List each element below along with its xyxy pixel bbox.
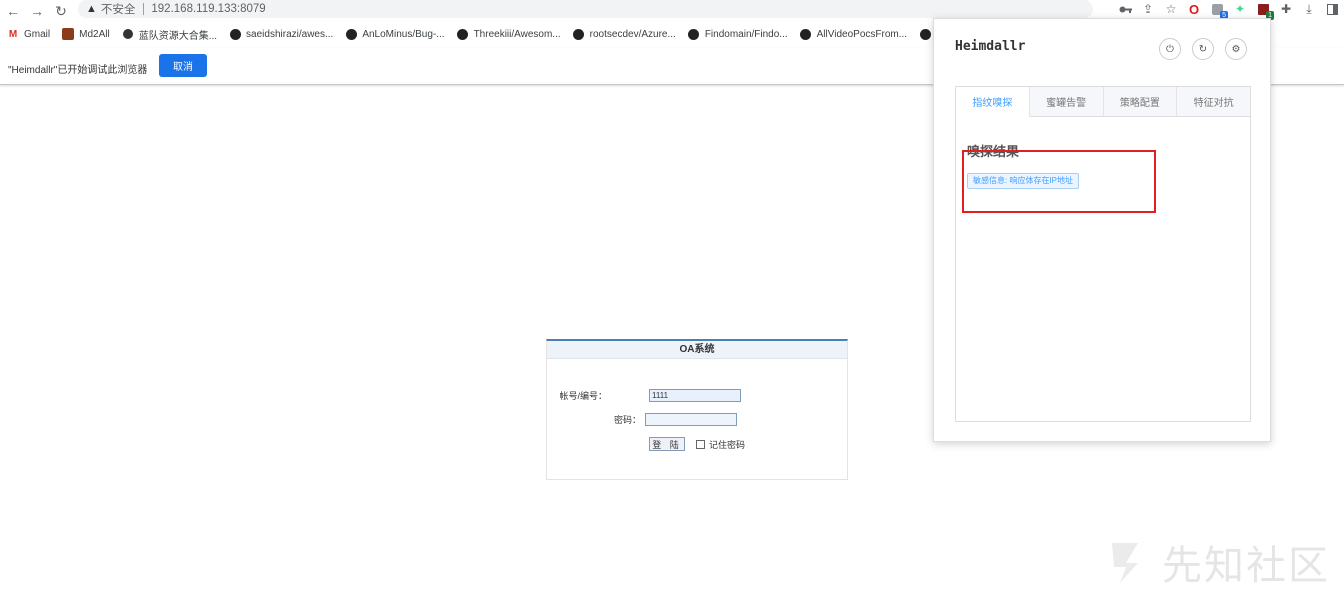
bookmark-github[interactable]: rootsecdev/Azure...: [573, 28, 676, 40]
oa-title: OA系统: [547, 341, 847, 359]
forward-icon[interactable]: →: [26, 0, 48, 22]
oa-login-panel: OA系统 帐号/编号： 1111 密码： 登 陆 记住密码: [546, 339, 848, 480]
bookmark-github[interactable]: Findomain/Findo...: [688, 28, 788, 40]
account-label: 帐号/编号：: [559, 391, 607, 401]
account-row: 帐号/编号： 1111: [547, 389, 741, 402]
popup-panel: 指纹嗅探 蜜罐告警 策略配置 特征对抗 嗅探结果 敏感信息: 响应体存在IP地址: [955, 86, 1251, 422]
bookmark-md2all[interactable]: Md2All: [62, 28, 110, 40]
puzzle-icon[interactable]: ✚: [1278, 1, 1294, 17]
divider: [143, 3, 145, 15]
bookmark-label: 蓝队资源大合集...: [138, 30, 218, 42]
bookmark-label: Findomain/Findo...: [704, 28, 788, 40]
reload-icon[interactable]: ↻: [50, 0, 72, 22]
heimdallr-popup: Heimdallr ⏻ ↻ ⚙ 指纹嗅探 蜜罐告警 策略配置 特征对抗 嗅探结果…: [933, 18, 1271, 442]
infobar-message: "Heimdallr"已开始调试此浏览器: [8, 65, 148, 76]
circle-icon: [122, 28, 134, 40]
github-icon: [229, 28, 241, 40]
android-icon[interactable]: ✦: [1232, 1, 1248, 17]
extension-s-icon[interactable]: 5: [1209, 1, 1228, 20]
bookmark-github[interactable]: AnLoMinus/Bug-...: [345, 28, 445, 40]
tab-countermeasure[interactable]: 特征对抗: [1177, 87, 1250, 116]
watermark-logo-icon: [1108, 539, 1154, 585]
address-bar[interactable]: ▲ 不安全 192.168.119.133:8079: [78, 0, 1093, 18]
popup-title: Heimdallr: [955, 39, 1026, 54]
tab-policy[interactable]: 策略配置: [1104, 87, 1178, 116]
github-icon: [688, 28, 700, 40]
bookmarks-bar: M Gmail Md2All 蓝队资源大合集... saeidshirazi/aw…: [0, 24, 940, 44]
bookmark-github[interactable]: AllVideoPocsFrom...: [800, 28, 907, 40]
account-input[interactable]: 1111: [649, 389, 741, 402]
bookmark-label: AnLoMinus/Bug-...: [362, 28, 445, 40]
password-label: 密码：: [613, 415, 641, 425]
settings-icon[interactable]: ⚙: [1225, 38, 1247, 60]
github-icon: [573, 28, 585, 40]
remember-label: 记住密码: [709, 439, 746, 450]
back-icon[interactable]: ←: [2, 0, 24, 22]
bookmark-github[interactable]: saeidshirazi/awes...: [229, 28, 333, 40]
gmail-icon: M: [8, 28, 18, 40]
sidebar-icon[interactable]: [1324, 1, 1340, 17]
refresh-icon[interactable]: ↻: [1192, 38, 1214, 60]
power-icon[interactable]: ⏻: [1159, 38, 1181, 60]
password-input[interactable]: [645, 413, 737, 426]
bookmark-label: Md2All: [79, 28, 110, 40]
popup-tabs: 指纹嗅探 蜜罐告警 策略配置 特征对抗: [956, 87, 1250, 117]
bookmark-label: rootsecdev/Azure...: [589, 28, 676, 40]
tab-fingerprint[interactable]: 指纹嗅探: [956, 87, 1030, 117]
extension-red-icon[interactable]: 1: [1255, 1, 1274, 20]
toolbar-icons: ⇪ ☆ O 5 ✦ 1 ✚ ⤓: [1117, 0, 1340, 20]
remember-checkbox[interactable]: [696, 439, 705, 449]
bookmark-gmail[interactable]: M Gmail: [7, 28, 50, 40]
login-button[interactable]: 登 陆: [649, 437, 685, 451]
bookmark-label: Gmail: [24, 28, 51, 40]
login-row: 登 陆 记住密码: [649, 437, 745, 451]
share-icon[interactable]: ⇪: [1140, 1, 1156, 17]
github-icon: [457, 28, 469, 40]
url-text[interactable]: 192.168.119.133:8079: [151, 3, 265, 15]
tab-honeypot[interactable]: 蜜罐告警: [1030, 87, 1104, 116]
cancel-button[interactable]: 取消: [159, 54, 207, 77]
download-icon[interactable]: ⤓: [1301, 1, 1317, 17]
key-icon[interactable]: [1117, 1, 1133, 17]
md2all-icon: [62, 28, 75, 40]
star-icon[interactable]: ☆: [1163, 1, 1179, 17]
github-icon: [919, 28, 931, 40]
warning-icon[interactable]: ▲: [86, 3, 97, 15]
opera-icon[interactable]: O: [1186, 1, 1202, 17]
github-icon: [345, 28, 357, 40]
password-row: 密码：: [547, 413, 737, 426]
github-icon: [800, 28, 812, 40]
bookmark-label: saeidshirazi/awes...: [246, 28, 334, 40]
insecure-label[interactable]: 不安全: [101, 1, 136, 17]
bookmark-github[interactable]: Threekiii/Awesom...: [457, 28, 561, 40]
watermark: 先知社区: [1108, 533, 1330, 591]
annotation-highlight-box: [962, 150, 1156, 213]
bookmark-blueteam[interactable]: 蓝队资源大合集...: [122, 27, 217, 42]
bookmark-label: Threekiii/Awesom...: [473, 28, 561, 40]
watermark-text: 先知社区: [1162, 543, 1330, 589]
bookmark-label: AllVideoPocsFrom...: [816, 28, 908, 40]
